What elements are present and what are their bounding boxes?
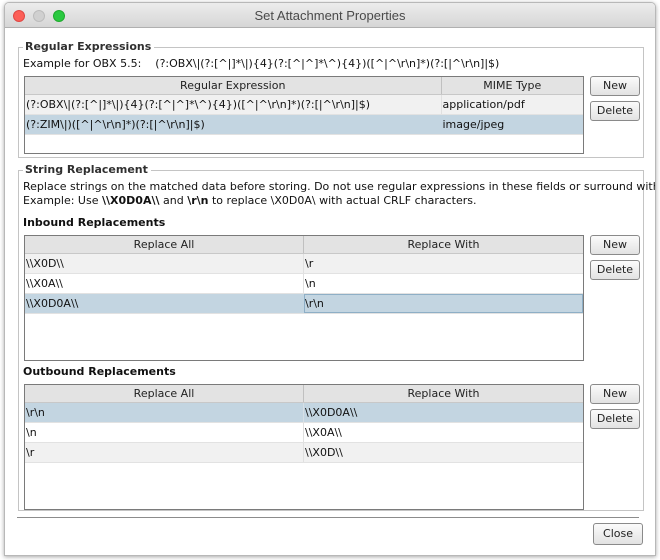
close-button[interactable]: Close [593,523,643,545]
table-row[interactable]: \n \\X0A\\ [25,423,583,443]
regex-cell[interactable]: (?:OBX\|(?:[^|]*\|){4}(?:[^|^]*\^){4})([… [25,95,442,114]
table-row[interactable]: \\X0D\\ \r [25,254,583,274]
regex-delete-button[interactable]: Delete [590,101,640,121]
string-replacement-legend: String Replacement [23,163,151,176]
mime-cell[interactable]: application/pdf [442,95,584,114]
replace-all-cell[interactable]: \\X0A\\ [25,274,304,293]
title-bar[interactable]: Set Attachment Properties [5,3,655,28]
column-header-replace-all[interactable]: Replace All [25,385,304,402]
string-replacement-group: String Replacement Replace strings on th… [18,163,655,511]
regex-example-value: (?:OBX\|(?:[^|]*\|){4}(?:[^|^]*\^){4})([… [155,57,500,70]
replace-all-cell[interactable]: \\X0D0A\\ [25,294,304,313]
regular-expressions-legend: Regular Expressions [23,40,155,53]
example-code-hex: \\X0D0A\\ [101,194,160,207]
table-row[interactable]: \r \\X0D\\ [25,443,583,463]
replace-with-cell[interactable]: \\X0A\\ [304,423,583,442]
replace-with-cell[interactable]: \\X0D\\ [304,443,583,462]
inbound-delete-button[interactable]: Delete [590,260,640,280]
outbound-table-header: Replace All Replace With [25,385,583,403]
inbound-table[interactable]: Replace All Replace With \\X0D\\ \r \\X0… [24,235,584,361]
regex-example: Example for OBX 5.5: (?:OBX\|(?:[^|]*\|)… [23,57,499,70]
replace-with-cell[interactable]: \n [304,274,583,293]
column-header-regular-expression[interactable]: Regular Expression [25,77,442,94]
column-header-replace-with[interactable]: Replace With [304,385,583,402]
inbound-replacements-label: Inbound Replacements [23,216,166,229]
replace-all-cell[interactable]: \r [25,443,304,462]
mime-cell[interactable]: image/jpeg [442,115,584,134]
replace-all-cell[interactable]: \r\n [25,403,304,422]
dialog-window: Set Attachment Properties Regular Expres… [4,2,656,556]
column-header-replace-all[interactable]: Replace All [25,236,304,253]
replacement-example: Example: Use \\X0D0A\\ and \r\n to repla… [23,194,477,207]
outbound-new-button[interactable]: New [590,384,640,404]
window-title: Set Attachment Properties [254,8,406,23]
inbound-new-button[interactable]: New [590,235,640,255]
table-row[interactable]: (?:ZIM\|)([^|^\r\n]*)(?:[|^\r\n]|$) imag… [25,115,583,135]
table-row[interactable]: \\X0A\\ \n [25,274,583,294]
example-code-crlf: \r\n [187,194,209,207]
column-header-mime-type[interactable]: MIME Type [442,77,583,94]
replace-all-cell[interactable]: \\X0D\\ [25,254,304,273]
table-row[interactable]: (?:OBX\|(?:[^|]*\|){4}(?:[^|^]*\^){4})([… [25,95,583,115]
outbound-table[interactable]: Replace All Replace With \r\n \\X0D0A\\ … [24,384,584,510]
regex-new-button[interactable]: New [590,76,640,96]
table-row[interactable]: \r\n \\X0D0A\\ [25,403,583,423]
column-header-replace-with[interactable]: Replace With [304,236,583,253]
replacement-description: Replace strings on the matched data befo… [23,180,656,193]
regular-expressions-group: Regular Expressions Example for OBX 5.5:… [18,40,644,158]
table-row[interactable]: \\X0D0A\\ \r\n [25,294,583,314]
regex-example-label: Example for OBX 5.5: [23,57,142,70]
outbound-delete-button[interactable]: Delete [590,409,640,429]
footer-separator [17,517,639,518]
replace-with-cell[interactable]: \r\n [304,294,583,313]
regex-cell[interactable]: (?:ZIM\|)([^|^\r\n]*)(?:[|^\r\n]|$) [25,115,442,134]
replace-all-cell[interactable]: \n [25,423,304,442]
replace-with-cell[interactable]: \r [304,254,583,273]
replace-with-cell[interactable]: \\X0D0A\\ [304,403,583,422]
regex-table-header: Regular Expression MIME Type [25,77,583,95]
inbound-table-header: Replace All Replace With [25,236,583,254]
outbound-replacements-label: Outbound Replacements [23,365,176,378]
regex-table[interactable]: Regular Expression MIME Type (?:OBX\|(?:… [24,76,584,154]
